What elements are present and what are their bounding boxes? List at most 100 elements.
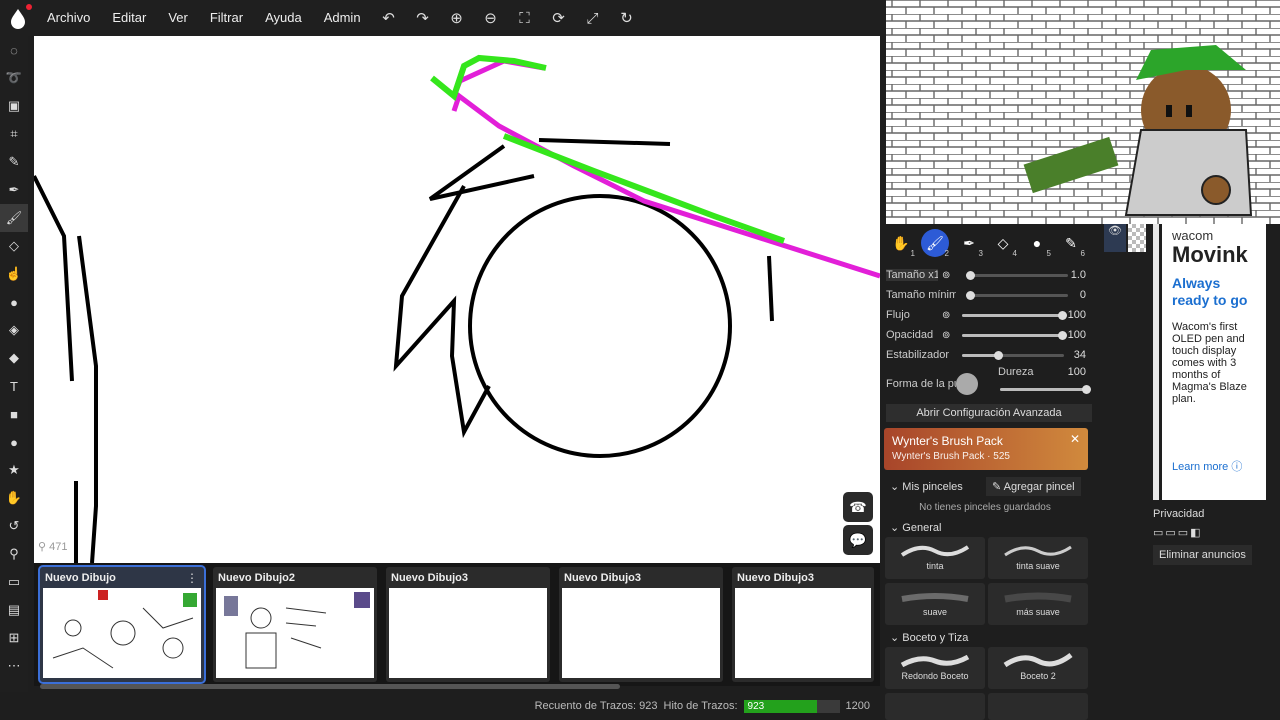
general-section[interactable]: ⌄ General (890, 521, 941, 534)
privacy-panel: Privacidad ▭▭▭◧ Eliminar anuncios (1148, 500, 1280, 720)
pressure-icon[interactable]: ⊚ (942, 310, 950, 321)
round-tab-icon[interactable]: ● 5 (1020, 226, 1054, 260)
stroke-count: Recuento de Trazos: 923 (534, 700, 658, 712)
drawing-card[interactable]: Nuevo Dibujo3 (386, 567, 550, 682)
circle-icon[interactable]: ● (0, 428, 28, 456)
menu-ver[interactable]: Ver (157, 0, 199, 36)
canvas-preview[interactable] (886, 0, 1280, 224)
chat-bubble-icon[interactable]: 💬 (843, 525, 873, 555)
fill-icon[interactable]: ◈ (0, 316, 28, 344)
stroke-max: 1200 (845, 700, 870, 712)
kebab-menu-icon[interactable]: ⋮ (186, 571, 198, 585)
brush-preset[interactable]: suave (885, 583, 985, 625)
brush-icon[interactable]: 🖌 (0, 204, 28, 232)
drawing-card[interactable]: Nuevo Dibujo3 (732, 567, 874, 682)
hardness-value: 100 (1067, 366, 1086, 378)
blur-icon[interactable]: ● (0, 288, 28, 316)
remove-ads-button[interactable]: Eliminar anuncios (1153, 545, 1252, 565)
stroke-progress-fill: 923 (743, 699, 818, 713)
more-icon[interactable]: ⋯ (0, 652, 28, 680)
menu-archivo[interactable]: Archivo (36, 0, 101, 36)
crop-icon[interactable]: ⌗ (0, 120, 28, 148)
drawing-title: Nuevo Dibujo3 (391, 572, 469, 584)
transform-icon[interactable]: ▣ (0, 92, 28, 120)
ad-banner[interactable]: wacom Movink Always ready to go Wacom's … (1162, 224, 1266, 500)
eraser-icon[interactable]: ◇ (0, 232, 28, 260)
drawing-card[interactable]: Nuevo Dibujo2 (213, 567, 377, 682)
tip-preview[interactable] (956, 373, 978, 395)
brush-tab-icon[interactable]: 🖌 2 (918, 226, 952, 260)
zoom-in-icon[interactable]: ⊕ (440, 0, 474, 36)
strip-scrollbar[interactable] (40, 684, 620, 689)
pressure-icon[interactable]: ⊚ (942, 270, 950, 281)
eye-icon[interactable]: 👁 (1104, 224, 1126, 252)
menu-ayuda[interactable]: Ayuda (254, 0, 313, 36)
ad-brand: wacom (1172, 228, 1214, 243)
param-flow[interactable]: Flujo ⊚ 100 (886, 306, 1092, 324)
eyedropper-icon[interactable]: ✎ (0, 148, 28, 176)
sketch-section[interactable]: ⌄ Boceto y Tiza (890, 631, 968, 644)
star-icon[interactable]: ★ (0, 456, 28, 484)
fullscreen-icon[interactable]: ⤢ (576, 0, 610, 36)
search-icon[interactable]: ⚲ (0, 540, 28, 568)
eraser-tab-icon[interactable]: ◇ 4 (986, 226, 1020, 260)
brush-preset[interactable]: tinta suave (988, 537, 1088, 579)
redo-icon[interactable]: ↷ (406, 0, 440, 36)
advanced-settings-button[interactable]: Abrir Configuración Avanzada (886, 404, 1092, 422)
privacy-label: Privacidad (1153, 508, 1205, 520)
brush-pack-promo[interactable]: Wynter's Brush Pack Wynter's Brush Pack … (884, 428, 1088, 470)
brush-preset[interactable]: más suave (988, 583, 1088, 625)
preview-artwork (886, 0, 1280, 224)
history-icon[interactable]: ↺ (0, 512, 28, 540)
add-brush-button[interactable]: ✎ Agregar pincel (986, 477, 1081, 496)
drawing-card[interactable]: Nuevo Dibujo ⋮ (38, 565, 206, 684)
undo-icon[interactable]: ↶ (372, 0, 406, 36)
param-tip-shape[interactable]: Forma de la punta Dureza 100 (886, 366, 1092, 395)
fit-icon[interactable]: ⛶ (508, 0, 542, 36)
smudge-icon[interactable]: ☝ (0, 260, 28, 288)
lasso-icon[interactable]: ➰ (0, 64, 28, 92)
text-icon[interactable]: T (0, 372, 28, 400)
ad-body: Wacom's first OLED pen and touch display… (1172, 321, 1247, 405)
brush-preset[interactable] (988, 693, 1088, 720)
layers-icon[interactable]: ▤ (0, 596, 28, 624)
my-brushes-section[interactable]: ⌄ Mis pinceles (890, 480, 963, 493)
paint-bucket-icon[interactable]: ◆ (0, 344, 28, 372)
brush-preset[interactable]: Redondo Boceto (885, 647, 985, 689)
menu-filtrar[interactable]: Filtrar (199, 0, 254, 36)
drawing-thumbnail (389, 588, 547, 678)
zoom-out-icon[interactable]: ⊖ (474, 0, 508, 36)
app-logo-icon[interactable] (0, 0, 36, 36)
close-icon[interactable]: ✕ (1070, 432, 1080, 446)
chat-icon[interactable]: ▭ (0, 568, 28, 596)
ad-cta[interactable]: Learn more ⓘ (1172, 458, 1242, 474)
rectangle-icon[interactable]: ■ (0, 400, 28, 428)
phone-icon[interactable]: ☎ (843, 492, 873, 522)
param-size[interactable]: Tamaño x1 ⊚ 1.0 (886, 266, 1092, 284)
brush-preset[interactable]: Boceto 2 (988, 647, 1088, 689)
pressure-icon[interactable]: ⊚ (942, 330, 950, 341)
menu-admin[interactable]: Admin (313, 0, 372, 36)
add-icon[interactable]: ⊞ (0, 624, 28, 652)
brush-preset[interactable]: tinta (885, 537, 985, 579)
drawing-title: Nuevo Dibujo3 (737, 572, 815, 584)
menu-editar[interactable]: Editar (101, 0, 157, 36)
hand-icon[interactable]: ✋ (0, 484, 28, 512)
param-opacity[interactable]: Opacidad ⊚ 100 (886, 326, 1092, 344)
layer-thumbnail[interactable] (1128, 224, 1146, 252)
drawing-thumbnail (43, 588, 201, 678)
brush-preset[interactable] (885, 693, 985, 720)
drawing-card[interactable]: Nuevo Dibujo3 (559, 567, 723, 682)
pen-tab-icon[interactable]: ✒ 3 (952, 226, 986, 260)
param-stabilizer[interactable]: Estabilizador 34 (886, 346, 1092, 364)
hand-tab-icon[interactable]: ✋ 1 (884, 226, 918, 260)
menu-bar: Archivo Editar Ver Filtrar Ayuda Admin ↶… (0, 0, 886, 36)
reset-rotate-icon[interactable]: ↻ (610, 0, 644, 36)
layout-icons[interactable]: ▭▭▭◧ (1153, 526, 1275, 539)
pen-icon[interactable]: ✒ (0, 176, 28, 204)
brush2-tab-icon[interactable]: ✎ 6 (1054, 226, 1088, 260)
param-min-size[interactable]: Tamaño mínimo 0 (886, 286, 1092, 304)
select-circle-icon[interactable]: ◌ (0, 36, 28, 64)
rotate-icon[interactable]: ⟳ (542, 0, 576, 36)
drawing-canvas[interactable] (34, 36, 880, 563)
